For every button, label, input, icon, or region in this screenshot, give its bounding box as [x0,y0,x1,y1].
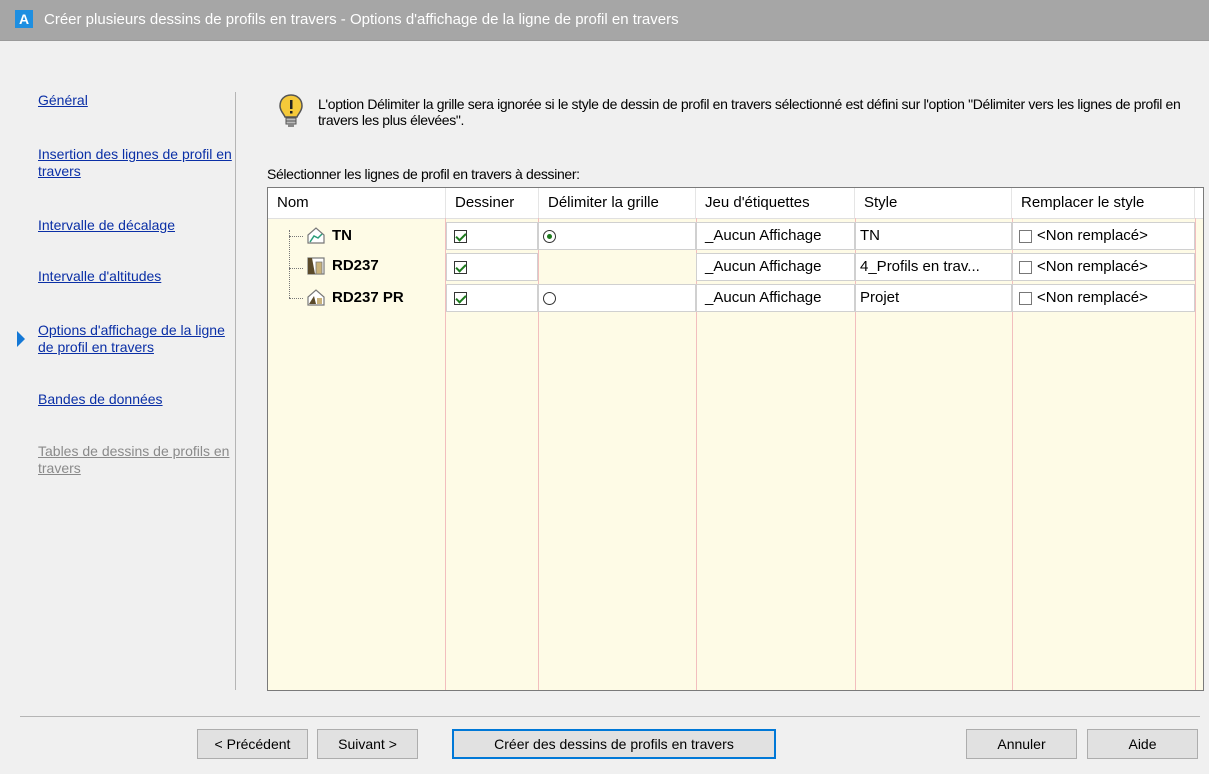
column-header-name[interactable]: Nom [268,188,446,218]
row-name: TN [332,227,352,244]
footer-divider [20,716,1200,717]
previous-button[interactable]: < Précédent [197,729,308,759]
override-style-cell: <Non remplacé> [1012,222,1195,250]
override-style-label: <Non remplacé> [1037,227,1148,244]
create-section-views-button[interactable]: Créer des dessins de profils en travers [452,729,776,759]
override-style-cell: <Non remplacé> [1012,284,1195,312]
draw-checkbox[interactable] [454,261,467,274]
override-style-label: <Non remplacé> [1037,289,1148,306]
profile-line-icon [307,227,325,244]
app-icon: A [15,10,33,28]
tree-line [289,230,290,298]
draw-checkbox[interactable] [454,292,467,305]
sample-lines-table: Nom Dessiner Délimiter la grille Jeu d'é… [267,187,1204,691]
row-name: RD237 [332,257,379,274]
clip-grid-radio[interactable] [543,230,556,243]
style-cell[interactable]: 4_Profils en trav... [855,253,1012,281]
nav-item-sample-lines[interactable]: Insertion des lignes de profil en traver… [38,146,233,180]
tree-branch [289,298,303,299]
override-style-checkbox[interactable] [1019,261,1032,274]
draw-checkbox[interactable] [454,230,467,243]
style-cell[interactable]: Projet [855,284,1012,312]
column-header-label-set[interactable]: Jeu d'étiquettes [696,188,855,218]
column-header-override-style[interactable]: Remplacer le style [1012,188,1195,218]
label-set-cell[interactable]: _Aucun Affichage [696,284,855,312]
warning-message: L'option Délimiter la grille sera ignoré… [318,96,1181,128]
override-style-cell: <Non remplacé> [1012,253,1195,281]
nav-item-data-bands[interactable]: Bandes de données [38,391,233,408]
clip-grid-cell [538,222,696,250]
column-divider [1195,218,1196,690]
profile-line-icon [307,289,325,306]
nav-item-offset-range[interactable]: Intervalle de décalage [38,217,233,234]
row-name: RD237 PR [332,289,404,306]
clip-grid-cell [538,284,696,312]
style-cell[interactable]: TN [855,222,1012,250]
profile-line-icon [307,257,325,275]
column-header-clip-grid[interactable]: Délimiter la grille [539,188,696,218]
window-title: Créer plusieurs dessins de profils en tr… [44,11,679,28]
label-set-cell[interactable]: _Aucun Affichage [696,222,855,250]
nav-item-elevation-range[interactable]: Intervalle d'altitudes [38,268,233,285]
current-step-arrow-icon [17,331,25,347]
draw-cell [446,222,538,250]
override-style-checkbox[interactable] [1019,292,1032,305]
tree-branch [289,236,303,237]
label-set-cell[interactable]: _Aucun Affichage [696,253,855,281]
table-header: Nom Dessiner Délimiter la grille Jeu d'é… [268,188,1203,219]
tree-branch [289,268,303,269]
next-button[interactable]: Suivant > [317,729,418,759]
clip-grid-radio[interactable] [543,292,556,305]
nav-item-general[interactable]: Général [38,92,233,109]
cancel-button[interactable]: Annuler [966,729,1077,759]
override-style-label: <Non remplacé> [1037,258,1148,275]
draw-cell [446,284,538,312]
help-button[interactable]: Aide [1087,729,1198,759]
nav-item-tables: Tables de dessins de profils en travers [38,443,230,476]
column-header-draw[interactable]: Dessiner [446,188,539,218]
warning-bulb-icon [279,94,303,127]
select-lines-label: Sélectionner les lignes de profil en tra… [267,166,580,182]
nav-item-display-options[interactable]: Options d'affichage de la ligne de profi… [38,322,233,356]
title-bar: A Créer plusieurs dessins de profils en … [0,0,1209,41]
draw-cell [446,253,538,281]
override-style-checkbox[interactable] [1019,230,1032,243]
nav-divider [235,92,236,690]
column-header-style[interactable]: Style [855,188,1012,218]
